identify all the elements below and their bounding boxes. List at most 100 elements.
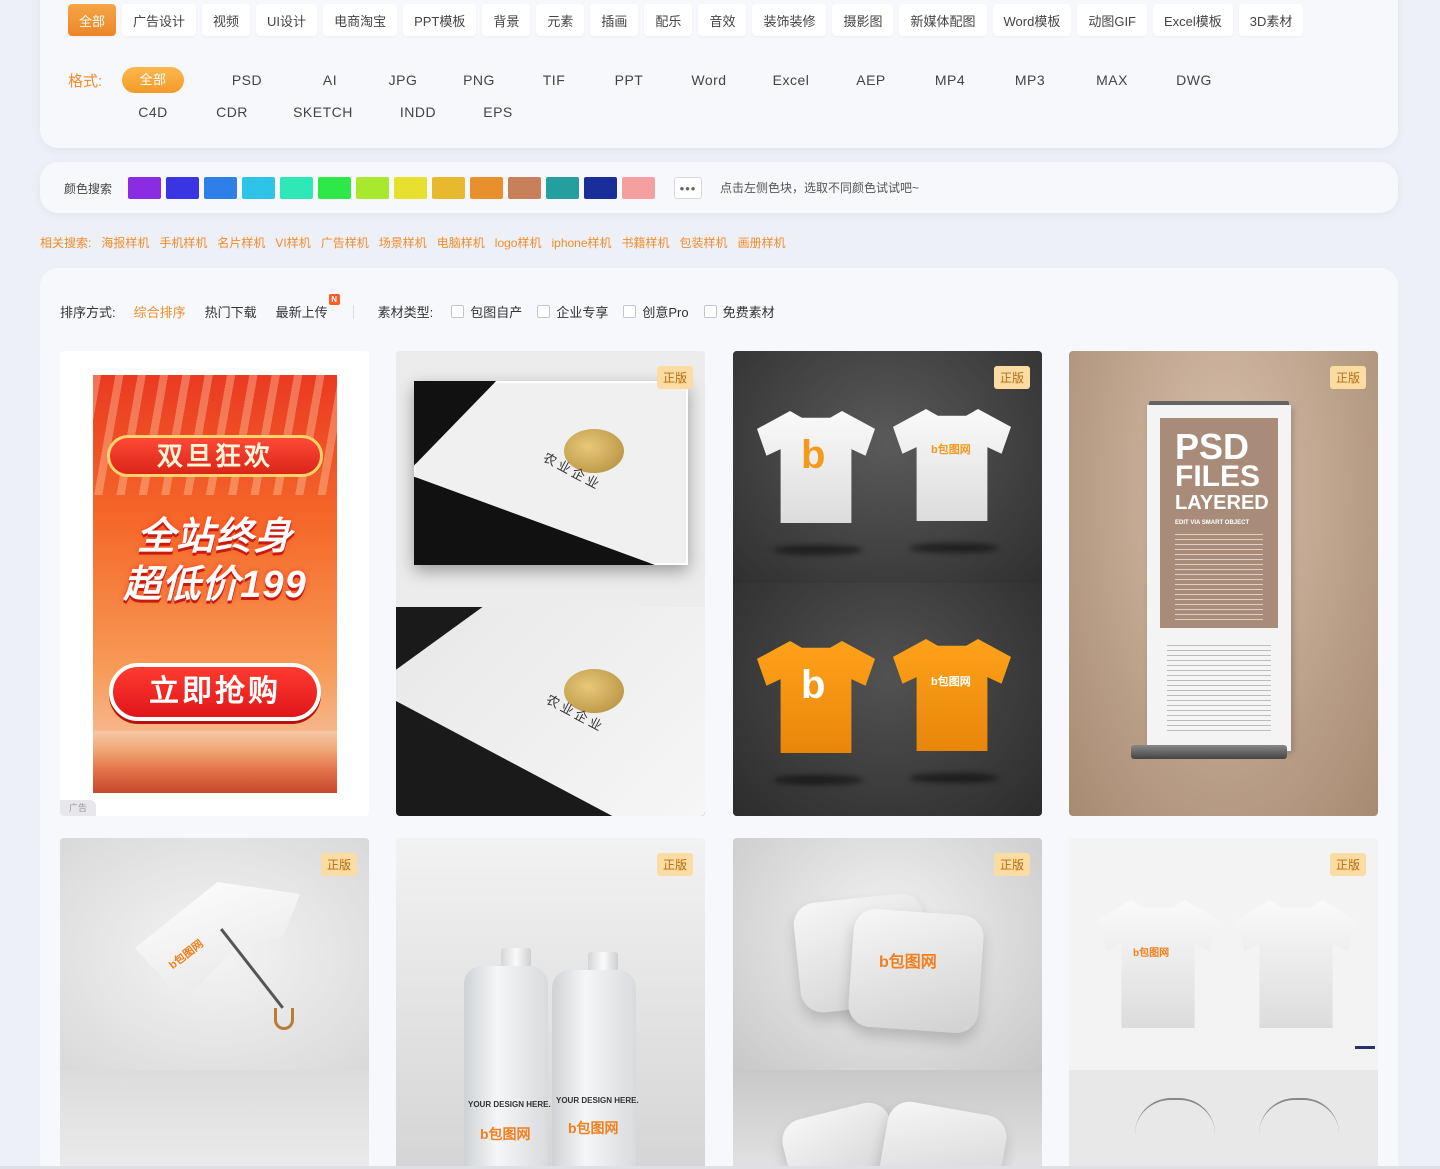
- color-swatch[interactable]: [508, 177, 541, 199]
- category-pill[interactable]: 音效: [698, 4, 747, 36]
- shadow: [909, 773, 999, 783]
- business-card-mockup[interactable]: 农业企业 农业企业 正版: [396, 351, 705, 816]
- color-swatch[interactable]: [280, 177, 313, 199]
- ad-card[interactable]: 双旦狂欢 全站终身 超低价199 立即抢购 广告: [60, 351, 369, 816]
- brand-logo: b包图网: [931, 444, 971, 456]
- related-search-link[interactable]: 广告样机: [321, 234, 369, 251]
- category-pill[interactable]: 配乐: [644, 4, 693, 36]
- filter-checkbox-free[interactable]: 免费素材: [703, 302, 775, 321]
- format-option[interactable]: 全部: [122, 67, 184, 93]
- category-pill[interactable]: 视频: [202, 4, 251, 36]
- color-swatch[interactable]: [242, 177, 275, 199]
- bottle-label: YOUR DESIGN HERE.: [468, 1100, 551, 1109]
- category-pill[interactable]: Excel模板: [1153, 4, 1233, 36]
- filter-label: 包图自产: [470, 305, 523, 320]
- format-option[interactable]: MP3: [990, 72, 1070, 88]
- related-search-link[interactable]: 画册样机: [738, 234, 786, 251]
- related-search-link[interactable]: 场景样机: [379, 234, 427, 251]
- brand-logo: b包图网: [1133, 948, 1170, 959]
- genuine-tag: 正版: [320, 853, 357, 876]
- white-tshirt-mockup[interactable]: b包图网 正版: [1069, 838, 1378, 1169]
- format-option[interactable]: PNG: [440, 72, 518, 88]
- checkbox-icon: [537, 305, 551, 318]
- filter-checkbox-pro[interactable]: 创意Pro: [623, 302, 689, 321]
- color-swatch[interactable]: [584, 177, 617, 199]
- color-swatch[interactable]: [432, 177, 465, 199]
- pillow-mockup[interactable]: b包图网 正版: [733, 838, 1042, 1169]
- format-option[interactable]: CDR: [184, 104, 280, 120]
- sort-option-comprehensive[interactable]: 综合排序: [134, 302, 186, 321]
- filter-checkbox-enterprise[interactable]: 企业专享: [537, 302, 608, 321]
- color-swatch[interactable]: [166, 177, 199, 199]
- category-pill[interactable]: 插画: [590, 4, 639, 36]
- related-search-link[interactable]: logo样机: [495, 234, 542, 251]
- format-option[interactable]: PSD: [200, 72, 294, 88]
- color-swatch[interactable]: [394, 177, 427, 199]
- category-pill[interactable]: 动图GIF: [1077, 4, 1147, 36]
- ad-stage: [93, 731, 337, 793]
- color-swatch[interactable]: [356, 177, 389, 199]
- rollup-banner-mockup[interactable]: PSD FILES LAYERED EDIT VIA SMART OBJECT …: [1069, 351, 1378, 816]
- format-option[interactable]: Word: [668, 72, 750, 88]
- umbrella-mockup[interactable]: b包图网 正版: [60, 838, 369, 1169]
- water-bottle-mockup[interactable]: YOUR DESIGN HERE. b包图网 YOUR DESIGN HERE.…: [396, 838, 705, 1169]
- category-pill[interactable]: 新媒体配图: [899, 4, 987, 36]
- format-option[interactable]: DWG: [1154, 72, 1234, 88]
- category-pill[interactable]: 3D素材: [1238, 4, 1304, 36]
- more-colors-button[interactable]: •••: [674, 177, 702, 199]
- related-search-link[interactable]: 海报样机: [101, 234, 149, 251]
- format-option[interactable]: MAX: [1070, 72, 1154, 88]
- mockup-bottom: [1069, 1070, 1378, 1169]
- format-option[interactable]: AI: [294, 72, 366, 88]
- umbrella-handle: [274, 1008, 294, 1030]
- category-pill[interactable]: 摄影图: [832, 4, 894, 36]
- related-search-link[interactable]: 包装样机: [680, 234, 728, 251]
- format-option[interactable]: MP4: [910, 72, 990, 88]
- shadow: [773, 775, 863, 785]
- category-pill[interactable]: UI设计: [256, 4, 318, 36]
- category-pill[interactable]: PPT模板: [403, 4, 477, 36]
- color-swatch[interactable]: [204, 177, 237, 199]
- color-swatch[interactable]: [470, 177, 503, 199]
- divider: [352, 304, 354, 319]
- color-swatch[interactable]: [546, 177, 579, 199]
- sort-option-newest[interactable]: 最新上传 N: [276, 294, 340, 321]
- category-pill[interactable]: 装饰装修: [752, 4, 827, 36]
- checkbox-icon: [623, 305, 637, 318]
- checkbox-icon: [703, 305, 717, 318]
- format-option[interactable]: AEP: [832, 72, 910, 88]
- format-row-1: 全部 PSD AI JPG PNG TIF PPT Word Excel AEP MP4 MP3 MAX…: [122, 67, 1234, 93]
- format-option[interactable]: C4D: [122, 104, 184, 120]
- color-swatch[interactable]: [318, 177, 351, 199]
- related-search-link[interactable]: 名片样机: [217, 234, 265, 251]
- related-search-link[interactable]: 书籍样机: [622, 234, 670, 251]
- format-option[interactable]: JPG: [366, 72, 440, 88]
- format-option[interactable]: TIF: [518, 72, 590, 88]
- category-pill[interactable]: 电商淘宝: [323, 4, 398, 36]
- format-option[interactable]: SKETCH: [280, 104, 366, 120]
- related-search-link[interactable]: iphone样机: [551, 234, 611, 251]
- format-option[interactable]: PPT: [590, 72, 668, 88]
- filter-checkbox-own[interactable]: 包图自产: [451, 302, 522, 321]
- card-white: [396, 607, 705, 816]
- tshirt-mockup[interactable]: b b包图网 b b包图网 正版: [733, 351, 1042, 816]
- category-pill[interactable]: 元素: [536, 4, 585, 36]
- category-pill[interactable]: 背景: [482, 4, 531, 36]
- format-option[interactable]: Excel: [750, 72, 832, 88]
- related-search-link[interactable]: 手机样机: [159, 234, 207, 251]
- format-option[interactable]: EPS: [470, 104, 526, 120]
- sort-option-popular[interactable]: 热门下载: [205, 302, 257, 321]
- format-label: 格式:: [68, 73, 103, 90]
- color-swatch[interactable]: [128, 177, 161, 199]
- related-search-link[interactable]: 电脑样机: [437, 234, 485, 251]
- category-pill[interactable]: Word模板: [992, 4, 1072, 36]
- color-swatch[interactable]: [622, 177, 655, 199]
- ad-buy-button[interactable]: 立即抢购: [109, 663, 321, 721]
- banner-sheet: PSD FILES LAYERED EDIT VIA SMART OBJECT: [1147, 405, 1291, 751]
- format-option[interactable]: INDD: [366, 104, 470, 120]
- category-pill[interactable]: 广告设计: [122, 4, 197, 36]
- color-search-hint: 点击左侧色块，选取不同颜色试试吧~: [720, 181, 920, 195]
- related-search-link[interactable]: VI样机: [275, 234, 310, 251]
- bottle-cap: [501, 948, 531, 968]
- category-pill[interactable]: 全部: [68, 4, 117, 36]
